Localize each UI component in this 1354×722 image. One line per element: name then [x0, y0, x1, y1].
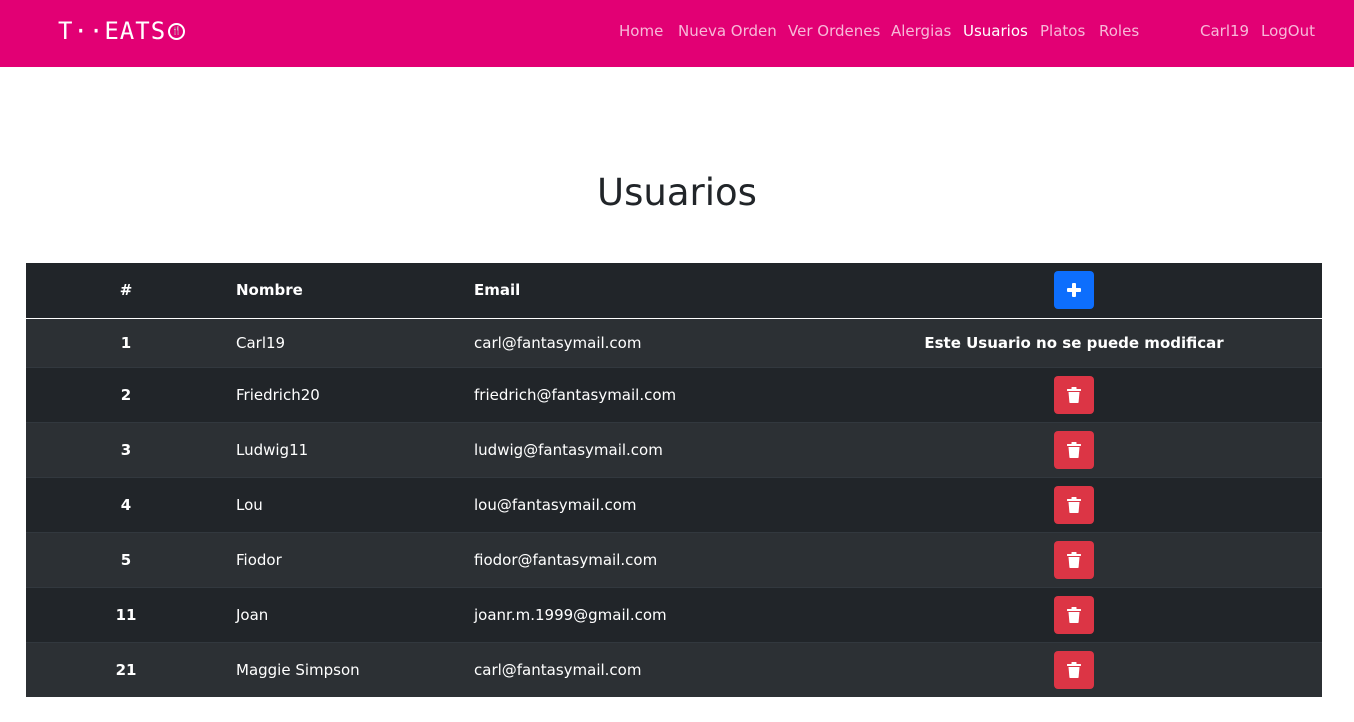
row-email: carl@fantasymail.com [474, 660, 642, 679]
column-header-name: Nombre [226, 263, 464, 319]
table-row: 1 Carl19 carl@fantasymail.com Este Usuario … [26, 318, 1322, 367]
table-row: 5 Fiodor fiodor@fantasymail.com [26, 532, 1322, 587]
row-name: Friedrich20 [236, 385, 320, 404]
trash-icon [1067, 496, 1081, 513]
add-user-button[interactable] [1054, 271, 1094, 310]
row-email: carl@fantasymail.com [474, 333, 642, 352]
column-header-id: # [26, 263, 226, 319]
nav-link-alergias[interactable]: Alergias [891, 20, 951, 42]
row-id: 11 [115, 605, 137, 624]
nav-link-nueva-orden[interactable]: Nueva Orden [678, 20, 777, 42]
row-email: lou@fantasymail.com [474, 495, 637, 514]
row-id: 21 [115, 660, 137, 679]
table-row: 3 Ludwig11 ludwig@fantasymail.com [26, 422, 1322, 477]
nav-user-link[interactable]: Carl19 [1200, 20, 1249, 42]
delete-user-button[interactable] [1054, 375, 1094, 414]
logo-text: T··EATS [58, 17, 167, 45]
row-id: 5 [120, 550, 132, 569]
trash-icon [1067, 606, 1081, 623]
row-email: ludwig@fantasymail.com [474, 440, 663, 459]
nav-link-ver-ordenes[interactable]: Ver Ordenes [788, 20, 880, 42]
row-email: friedrich@fantasymail.com [474, 385, 677, 404]
trash-icon [1067, 441, 1081, 458]
locked-user-message: Este Usuario no se puede modificar [924, 333, 1224, 352]
page-title: Usuarios [597, 171, 757, 214]
delete-user-button[interactable] [1054, 430, 1094, 469]
nav-link-usuarios[interactable]: Usuarios [963, 20, 1028, 42]
nav-link-home[interactable]: Home [619, 20, 663, 42]
row-id: 3 [120, 440, 132, 459]
row-name: Lou [236, 495, 263, 514]
delete-user-button[interactable] [1054, 595, 1094, 634]
row-id: 2 [120, 385, 132, 404]
table-header-row: # Nombre Email [26, 263, 1322, 319]
row-name: Joan [236, 605, 269, 624]
table-row: 11 Joan joanr.m.1999@gmail.com [26, 587, 1322, 642]
row-id: 1 [120, 333, 132, 352]
delete-user-button[interactable] [1054, 485, 1094, 524]
top-navbar: T··EATS 🍴 Home Nueva Orden Ver Ordenes A… [0, 0, 1354, 67]
row-name: Carl19 [236, 333, 286, 352]
row-name: Maggie Simpson [236, 660, 360, 679]
delete-user-button[interactable] [1054, 540, 1094, 579]
row-name: Ludwig11 [236, 440, 309, 459]
table-row: 21 Maggie Simpson carl@fantasymail.com [26, 642, 1322, 697]
table-row: 4 Lou lou@fantasymail.com [26, 477, 1322, 532]
fork-knife-icon: 🍴 [168, 22, 186, 40]
row-id: 4 [120, 495, 132, 514]
column-header-actions [826, 263, 1322, 319]
trash-icon [1067, 386, 1081, 403]
trash-icon [1067, 661, 1081, 678]
delete-user-button[interactable] [1054, 650, 1094, 689]
users-table-container: # Nombre Email 1 Carl19 carl@fantasymail.c… [26, 263, 1322, 698]
nav-link-platos[interactable]: Platos [1040, 20, 1085, 42]
users-table: # Nombre Email 1 Carl19 carl@fantasymail.c… [26, 263, 1322, 697]
row-email: joanr.m.1999@gmail.com [474, 605, 667, 624]
column-header-email: Email [464, 263, 826, 319]
plus-icon [1067, 283, 1081, 298]
row-name: Fiodor [236, 550, 282, 569]
nav-link-roles[interactable]: Roles [1099, 20, 1139, 42]
brand-logo[interactable]: T··EATS 🍴 [58, 17, 186, 45]
trash-icon [1067, 551, 1081, 568]
table-row: 2 Friedrich20 friedrich@fantasymail.com [26, 367, 1322, 422]
row-email: fiodor@fantasymail.com [474, 550, 658, 569]
logout-link[interactable]: LogOut [1261, 20, 1315, 42]
